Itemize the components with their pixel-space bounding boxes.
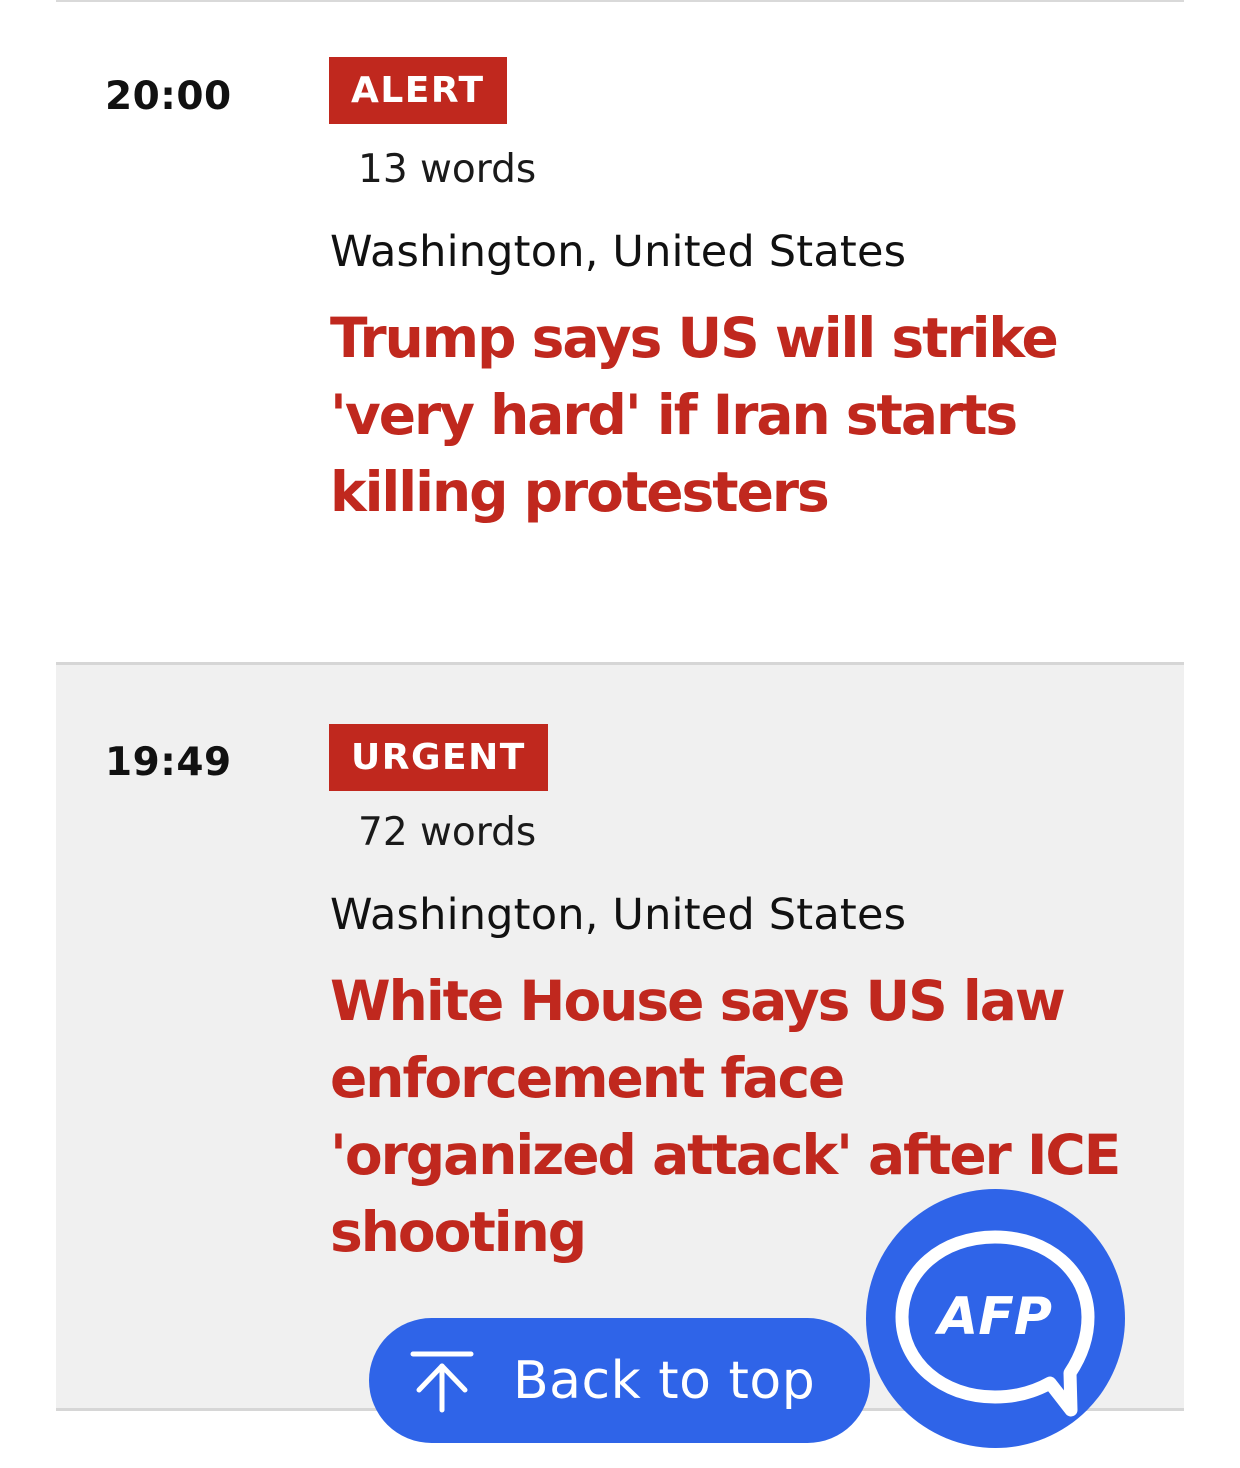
word-count: 13 words [358, 147, 537, 192]
item-headline[interactable]: Trump says US will strike 'very hard' if… [330, 300, 1160, 531]
news-feed-page: 20:00 ALERT 13 words Washington, United … [0, 0, 1240, 1468]
chat-bubble-icon: AFP [895, 1230, 1095, 1417]
afp-logo-text: AFP [934, 1287, 1052, 1347]
priority-badge: URGENT [329, 724, 548, 791]
back-to-top-label: Back to top [513, 1350, 816, 1411]
priority-badge: ALERT [329, 57, 507, 124]
back-to-top-button[interactable]: Back to top [369, 1318, 870, 1443]
afp-chat-button[interactable]: AFP [866, 1189, 1125, 1448]
item-location: Washington, United States [330, 890, 907, 940]
item-location: Washington, United States [330, 227, 907, 277]
arrow-up-to-line-icon [409, 1348, 475, 1414]
word-count: 72 words [358, 810, 537, 855]
item-time: 20:00 [105, 74, 232, 119]
feed-item[interactable]: 20:00 ALERT 13 words Washington, United … [56, 2, 1184, 665]
item-time: 19:49 [105, 740, 232, 785]
